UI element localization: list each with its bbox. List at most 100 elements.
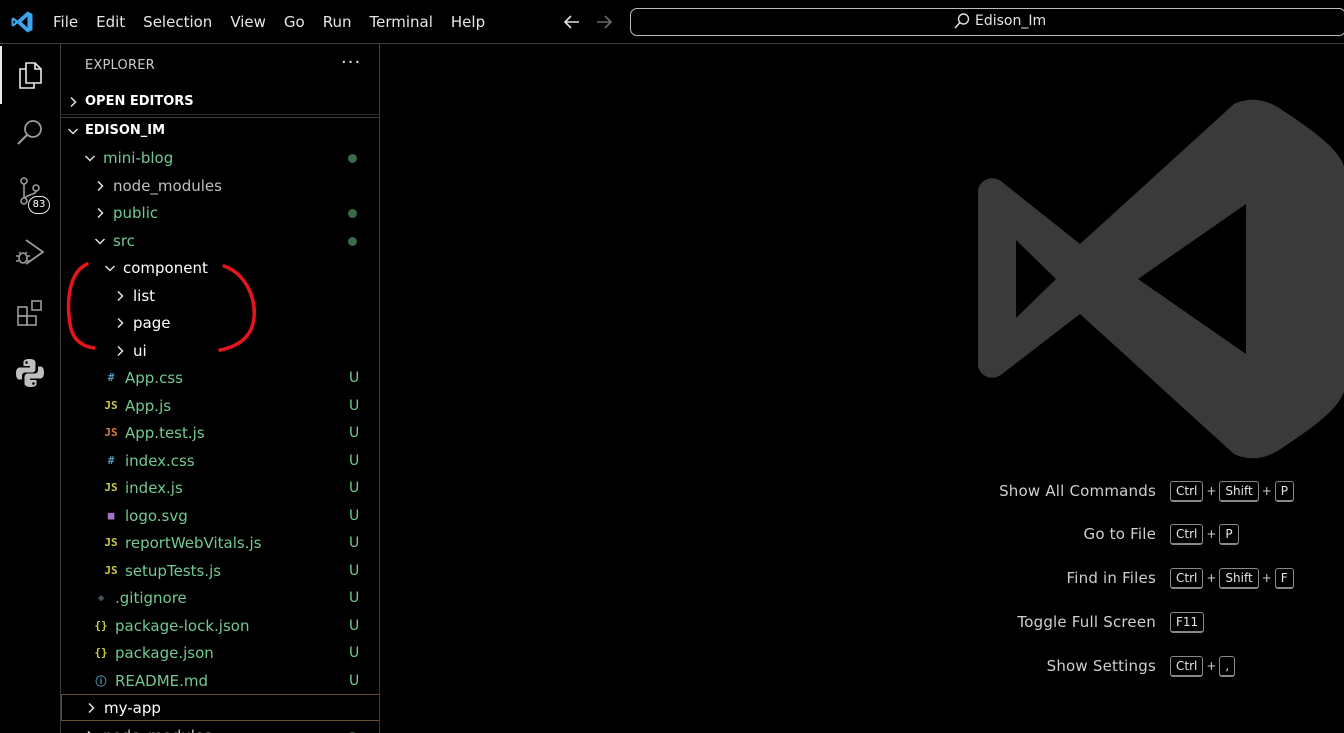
shortcut-go-to-file[interactable]: Go to File Ctrl + P: [956, 522, 1302, 546]
tree-folder-mini-blog[interactable]: mini-blog: [61, 144, 379, 171]
keycap: F11: [1170, 611, 1205, 633]
keycap: ,: [1219, 655, 1236, 677]
activity-run-debug[interactable]: [0, 224, 60, 282]
tree-item-label: index.js: [125, 478, 183, 497]
menu-file[interactable]: File: [44, 0, 87, 44]
tree-item-label: component: [123, 258, 208, 277]
tree-item-label: ui: [133, 341, 147, 360]
git-status-badge: U: [349, 507, 360, 524]
tree-item-label: package-lock.json: [115, 616, 250, 635]
tree-folder-ui[interactable]: ui: [61, 337, 379, 364]
chevron-right-icon: [97, 207, 104, 218]
menu-help[interactable]: Help: [442, 0, 494, 44]
files-icon: [19, 62, 42, 89]
tree-folder-public[interactable]: public: [61, 199, 379, 226]
tree-folder-node-modules[interactable]: node_modules: [61, 172, 379, 199]
tree-file-package-json[interactable]: {} package.json U: [61, 639, 379, 666]
tree-item-label: public: [113, 203, 159, 222]
menu-run[interactable]: Run: [314, 0, 361, 44]
tree-item-label: App.js: [125, 396, 172, 415]
key-plus: +: [1261, 484, 1272, 498]
tree-folder-node-modules[interactable]: node_modules: [61, 722, 379, 733]
git-status-badge: U: [349, 534, 360, 551]
chevron-right-icon: [117, 290, 124, 301]
menu-edit[interactable]: Edit: [87, 0, 134, 44]
chevron-right-icon: [70, 96, 77, 107]
tree-file-readme-md[interactable]: ⓘ README.md U: [61, 667, 379, 694]
json-file-icon: {}: [94, 619, 108, 632]
git-status-badge: U: [349, 589, 360, 606]
shortcut-find-in-files[interactable]: Find in Files Ctrl + Shift + F: [956, 566, 1302, 590]
extensions-icon: [17, 300, 42, 326]
menu-selection[interactable]: Selection: [134, 0, 221, 44]
activity-source-control[interactable]: 83: [0, 162, 60, 220]
tree-folder-src[interactable]: src: [61, 227, 379, 254]
chevron-right-icon: [117, 317, 124, 328]
css-file-icon: #: [107, 371, 115, 384]
search-icon: [17, 120, 42, 145]
tree-item-label: App.css: [125, 368, 183, 387]
shortcut-keys: Ctrl + Shift + F: [1170, 567, 1302, 589]
tree-item-label: index.css: [125, 451, 195, 470]
python-icon: [16, 359, 44, 387]
shortcut-toggle-full-screen[interactable]: Toggle Full Screen F11: [956, 610, 1302, 634]
tree-item-label: package.json: [115, 643, 214, 662]
tree-file-logo-svg[interactable]: ■ logo.svg U: [61, 502, 379, 529]
keycap: Shift: [1219, 480, 1259, 502]
keycap: Ctrl: [1170, 567, 1204, 589]
tree-file-setuptests-js[interactable]: JS setupTests.js U: [61, 557, 379, 584]
tree-item-label: list: [133, 286, 156, 305]
tree-file-reportwebvitals-js[interactable]: JS reportWebVitals.js U: [61, 529, 379, 556]
git-status-badge: U: [349, 479, 360, 496]
open-editors-label: OPEN EDITORS: [85, 94, 194, 109]
js-file-icon: JS: [104, 564, 118, 577]
tree-file-gitignore[interactable]: ◆ .gitignore U: [61, 584, 379, 611]
tree-file-app-test-js[interactable]: JS App.test.js U: [61, 419, 379, 446]
activity-extensions[interactable]: [0, 284, 60, 342]
source-control-badge: 83: [28, 196, 50, 214]
shortcut-label: Find in Files: [1066, 569, 1156, 587]
key-plus: +: [1206, 571, 1217, 585]
tree-folder-component[interactable]: component: [61, 254, 379, 281]
activity-python[interactable]: [0, 344, 60, 402]
js-file-icon: JS: [104, 536, 118, 549]
activity-explorer[interactable]: [0, 46, 60, 104]
shortcut-keys: F11: [1170, 611, 1302, 633]
chevron-down-icon: [104, 264, 116, 272]
menu-go[interactable]: Go: [275, 0, 314, 44]
css-file-icon: #: [107, 454, 115, 467]
menu-terminal[interactable]: Terminal: [361, 0, 442, 44]
project-label: EDISON_IM: [85, 123, 166, 138]
tree-folder-page[interactable]: page: [61, 309, 379, 336]
shortcut-show-settings[interactable]: Show Settings Ctrl +,: [956, 654, 1302, 678]
command-center-text: Edison_Im: [975, 13, 1047, 29]
tree-file-app-css[interactable]: # App.css U: [61, 364, 379, 391]
menu-view[interactable]: View: [221, 0, 275, 44]
tree-file-package-lock-json[interactable]: {} package-lock.json U: [61, 612, 379, 639]
project-section[interactable]: EDISON_IM: [61, 117, 379, 143]
tree-file-index-css[interactable]: # index.css U: [61, 447, 379, 474]
keycap: Ctrl: [1170, 480, 1204, 502]
tree-item-label: logo.svg: [125, 506, 188, 525]
go-back-icon[interactable]: [560, 10, 584, 34]
shortcut-show-all-commands[interactable]: Show All Commands Ctrl + Shift + P: [956, 479, 1302, 503]
tree-file-index-js[interactable]: JS index.js U: [61, 474, 379, 501]
activity-bar: 83: [0, 44, 60, 733]
keycap: P: [1274, 480, 1295, 502]
git-modified-dot: [348, 209, 357, 218]
go-forward-icon[interactable]: [592, 10, 616, 34]
vscode-logo-icon: [11, 11, 33, 33]
more-actions-button[interactable]: ···: [341, 52, 361, 73]
svg-file-icon: ■: [107, 509, 115, 522]
shortcut-label: Go to File: [1083, 525, 1156, 543]
open-editors-section[interactable]: OPEN EDITORS: [61, 89, 379, 115]
tree-item-label: reportWebVitals.js: [125, 533, 262, 552]
tree-folder-list[interactable]: list: [61, 282, 379, 309]
git-file-icon: ◆: [97, 591, 105, 604]
command-center[interactable]: Edison_Im: [630, 8, 1344, 36]
git-status-badge: U: [349, 562, 360, 579]
activity-search[interactable]: [0, 104, 60, 162]
tree-folder-my-app[interactable]: my-app: [61, 694, 379, 721]
tree-file-app-js[interactable]: JS App.js U: [61, 392, 379, 419]
tree-item-label: my-app: [104, 698, 161, 717]
